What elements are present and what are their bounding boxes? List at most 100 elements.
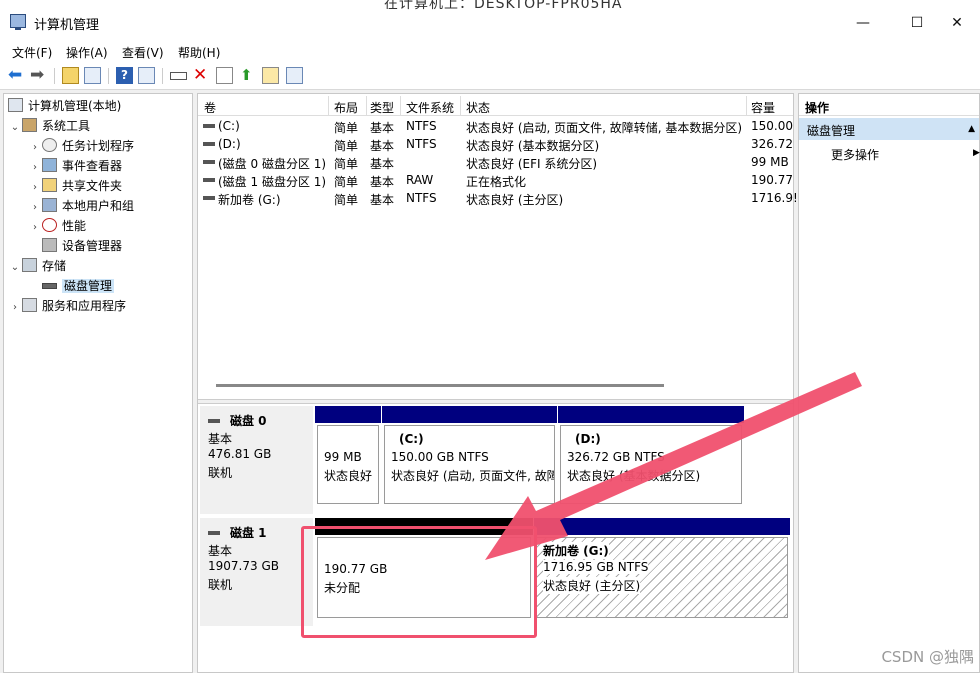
- chevron-down-icon[interactable]: ⌄: [8, 258, 22, 278]
- tree-item-disk-management[interactable]: 磁盘管理: [42, 276, 115, 296]
- partition-c[interactable]: (C:) 150.00 GB NTFS 状态良好 (启动, 页面文件, 故障: [382, 406, 557, 506]
- column-header-status[interactable]: 状态: [466, 99, 490, 116]
- toolbar: ⬅ ➡ ? ✕ ⬆: [0, 62, 980, 90]
- tree-item-services-apps[interactable]: › 服务和应用程序: [8, 296, 126, 316]
- column-header-filesystem[interactable]: 文件系统: [406, 99, 454, 116]
- chevron-right-icon[interactable]: ›: [28, 218, 42, 238]
- column-header-capacity[interactable]: 容量: [751, 99, 775, 116]
- volume-icon: [203, 124, 215, 128]
- users-icon: [42, 198, 57, 212]
- column-header-volume[interactable]: 卷: [204, 99, 216, 116]
- chevron-right-icon[interactable]: ›: [28, 138, 42, 158]
- tree-item-storage[interactable]: ⌄ 存储: [8, 256, 66, 276]
- tools-icon: [22, 118, 37, 132]
- more-actions-item[interactable]: 更多操作 ▶: [831, 146, 980, 163]
- performance-icon: [42, 218, 57, 232]
- volume-pane: 卷 布局 类型 文件系统 状态 容量 (C:) 简单 基本 NTFS 状态良好 …: [197, 93, 798, 673]
- tree-item-computer-management[interactable]: 计算机管理(本地): [8, 96, 121, 116]
- tree-item-event-viewer[interactable]: › 事件查看器: [28, 156, 122, 176]
- horizontal-scrollbar[interactable]: [216, 384, 664, 387]
- disk-icon: [208, 419, 220, 423]
- disk-1-info[interactable]: 磁盘 1 基本 1907.73 GB 联机: [200, 518, 313, 626]
- show-hide-tree-icon[interactable]: [84, 67, 101, 84]
- services-icon: [22, 298, 37, 312]
- column-header-type[interactable]: 类型: [370, 99, 394, 116]
- actions-pane: 操作 磁盘管理 ▲ 更多操作 ▶: [798, 93, 980, 673]
- partition-g[interactable]: 新加卷 (G:) 1716.95 GB NTFS 状态良好 (主分区): [534, 518, 790, 620]
- tree-item-local-users[interactable]: › 本地用户和组: [28, 196, 134, 216]
- delete-icon[interactable]: ✕: [193, 67, 210, 84]
- export-list-icon[interactable]: [286, 67, 303, 84]
- folder-up-icon[interactable]: [62, 67, 79, 84]
- partition-d[interactable]: (D:) 326.72 GB NTFS 状态良好 (基本数据分区): [558, 406, 744, 506]
- chevron-right-icon[interactable]: ›: [28, 178, 42, 198]
- clock-icon: [42, 138, 57, 152]
- title-bar: 计算机管理 在计算机上：DESKTOP-FPR05HA — ☐ ✕: [0, 0, 980, 40]
- disk-icon: [208, 531, 220, 535]
- checklist-icon[interactable]: [216, 67, 233, 84]
- volume-row[interactable]: (C:) 简单 基本 NTFS 状态良好 (启动, 页面文件, 故障转储, 基本…: [198, 117, 793, 135]
- minimize-button[interactable]: —: [840, 8, 886, 38]
- chevron-down-icon[interactable]: ⌄: [8, 118, 22, 138]
- shared-folder-icon: [42, 178, 57, 192]
- computer-management-icon: [10, 14, 26, 30]
- chevron-right-icon[interactable]: ›: [8, 298, 22, 318]
- forward-arrow-icon[interactable]: ➡: [30, 67, 47, 84]
- tree-item-performance[interactable]: › 性能: [28, 216, 86, 236]
- menu-view[interactable]: 查看(V): [122, 44, 164, 61]
- partition-efi[interactable]: 99 MB 状态良好: [315, 406, 381, 506]
- volume-icon: [203, 196, 215, 200]
- volume-list-header: 卷 布局 类型 文件系统 状态 容量: [198, 96, 793, 116]
- tree-item-shared-folders[interactable]: › 共享文件夹: [28, 176, 122, 196]
- column-divider[interactable]: [328, 96, 329, 116]
- tree-item-system-tools[interactable]: ⌄ 系统工具: [8, 116, 90, 136]
- properties-icon[interactable]: [138, 67, 155, 84]
- menu-action[interactable]: 操作(A): [66, 44, 108, 61]
- disk-type: 基本: [208, 544, 233, 558]
- disk-state: 联机: [208, 578, 233, 592]
- actions-section-disk-management[interactable]: 磁盘管理 ▲: [799, 118, 979, 140]
- column-divider[interactable]: [400, 96, 401, 116]
- column-divider[interactable]: [366, 96, 367, 116]
- disk-size: 476.81 GB: [208, 447, 272, 461]
- column-divider[interactable]: [460, 96, 461, 116]
- partition-bar: [315, 406, 381, 423]
- menu-file[interactable]: 文件(F): [12, 44, 52, 61]
- overlay-text: 在计算机上：DESKTOP-FPR05HA: [384, 0, 623, 12]
- toolbar-separator: [54, 68, 55, 84]
- disk-name: 磁盘 0: [230, 414, 267, 428]
- collapse-triangle-icon[interactable]: ▲: [968, 124, 975, 134]
- volume-icon: [203, 160, 215, 164]
- window-title: 计算机管理: [34, 18, 100, 33]
- partition-bar: [558, 406, 744, 423]
- highlight-box: [301, 526, 537, 638]
- chevron-right-icon[interactable]: ›: [28, 158, 42, 178]
- volume-row[interactable]: (D:) 简单 基本 NTFS 状态良好 (基本数据分区) 326.72: [198, 135, 793, 153]
- column-header-layout[interactable]: 布局: [334, 99, 358, 116]
- disk-state: 联机: [208, 466, 233, 480]
- column-divider[interactable]: [746, 96, 747, 116]
- disk-name: 磁盘 1: [230, 526, 267, 540]
- submenu-arrow-icon: ▶: [973, 148, 980, 158]
- search-icon[interactable]: [262, 67, 279, 84]
- volume-icon: [203, 142, 215, 146]
- tree-item-device-manager[interactable]: 设备管理器: [42, 236, 122, 256]
- menu-help[interactable]: 帮助(H): [178, 44, 220, 61]
- disk-size: 1907.73 GB: [208, 559, 279, 573]
- volume-row[interactable]: (磁盘 0 磁盘分区 1) 简单 基本 状态良好 (EFI 系统分区) 99 M…: [198, 153, 793, 171]
- connect-icon[interactable]: [170, 72, 187, 80]
- partition-bar: [382, 406, 557, 423]
- event-viewer-icon: [42, 158, 57, 172]
- volume-row[interactable]: 新加卷 (G:) 简单 基本 NTFS 状态良好 (主分区) 1716.9!: [198, 189, 798, 207]
- volume-row[interactable]: (磁盘 1 磁盘分区 1) 简单 基本 RAW 正在格式化 190.77: [198, 171, 793, 189]
- help-icon[interactable]: ?: [116, 67, 133, 84]
- disk-0-info[interactable]: 磁盘 0 基本 476.81 GB 联机: [200, 406, 313, 514]
- close-button[interactable]: ✕: [934, 8, 980, 38]
- menu-bar: 文件(F) 操作(A) 查看(V) 帮助(H): [0, 40, 980, 62]
- back-arrow-icon[interactable]: ⬅: [8, 67, 25, 84]
- watermark: CSDN @独隅: [881, 648, 974, 666]
- actions-header: 操作: [799, 96, 979, 116]
- tree-item-task-scheduler[interactable]: › 任务计划程序: [28, 136, 134, 156]
- up-arrow-icon[interactable]: ⬆: [240, 67, 257, 84]
- chevron-right-icon[interactable]: ›: [28, 198, 42, 218]
